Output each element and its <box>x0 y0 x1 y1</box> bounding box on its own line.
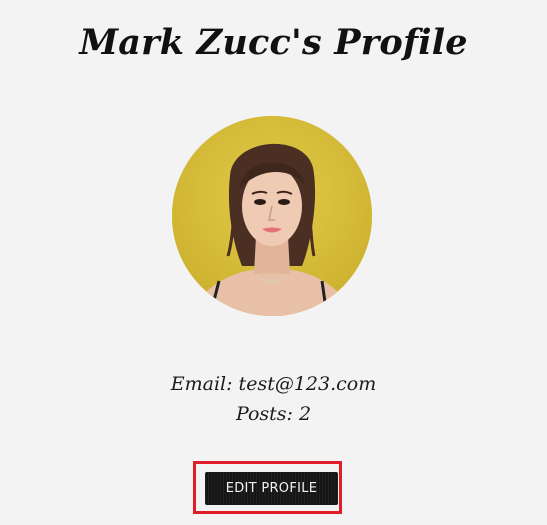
email-text: Email: test@123.com <box>170 373 377 395</box>
page-title: Mark Zucc's Profile <box>79 22 468 63</box>
profile-photo <box>172 116 372 316</box>
posts-count: Posts: 2 <box>235 403 312 425</box>
edit-profile-button[interactable]: EDIT PROFILE <box>205 472 338 505</box>
avatar <box>172 116 372 316</box>
